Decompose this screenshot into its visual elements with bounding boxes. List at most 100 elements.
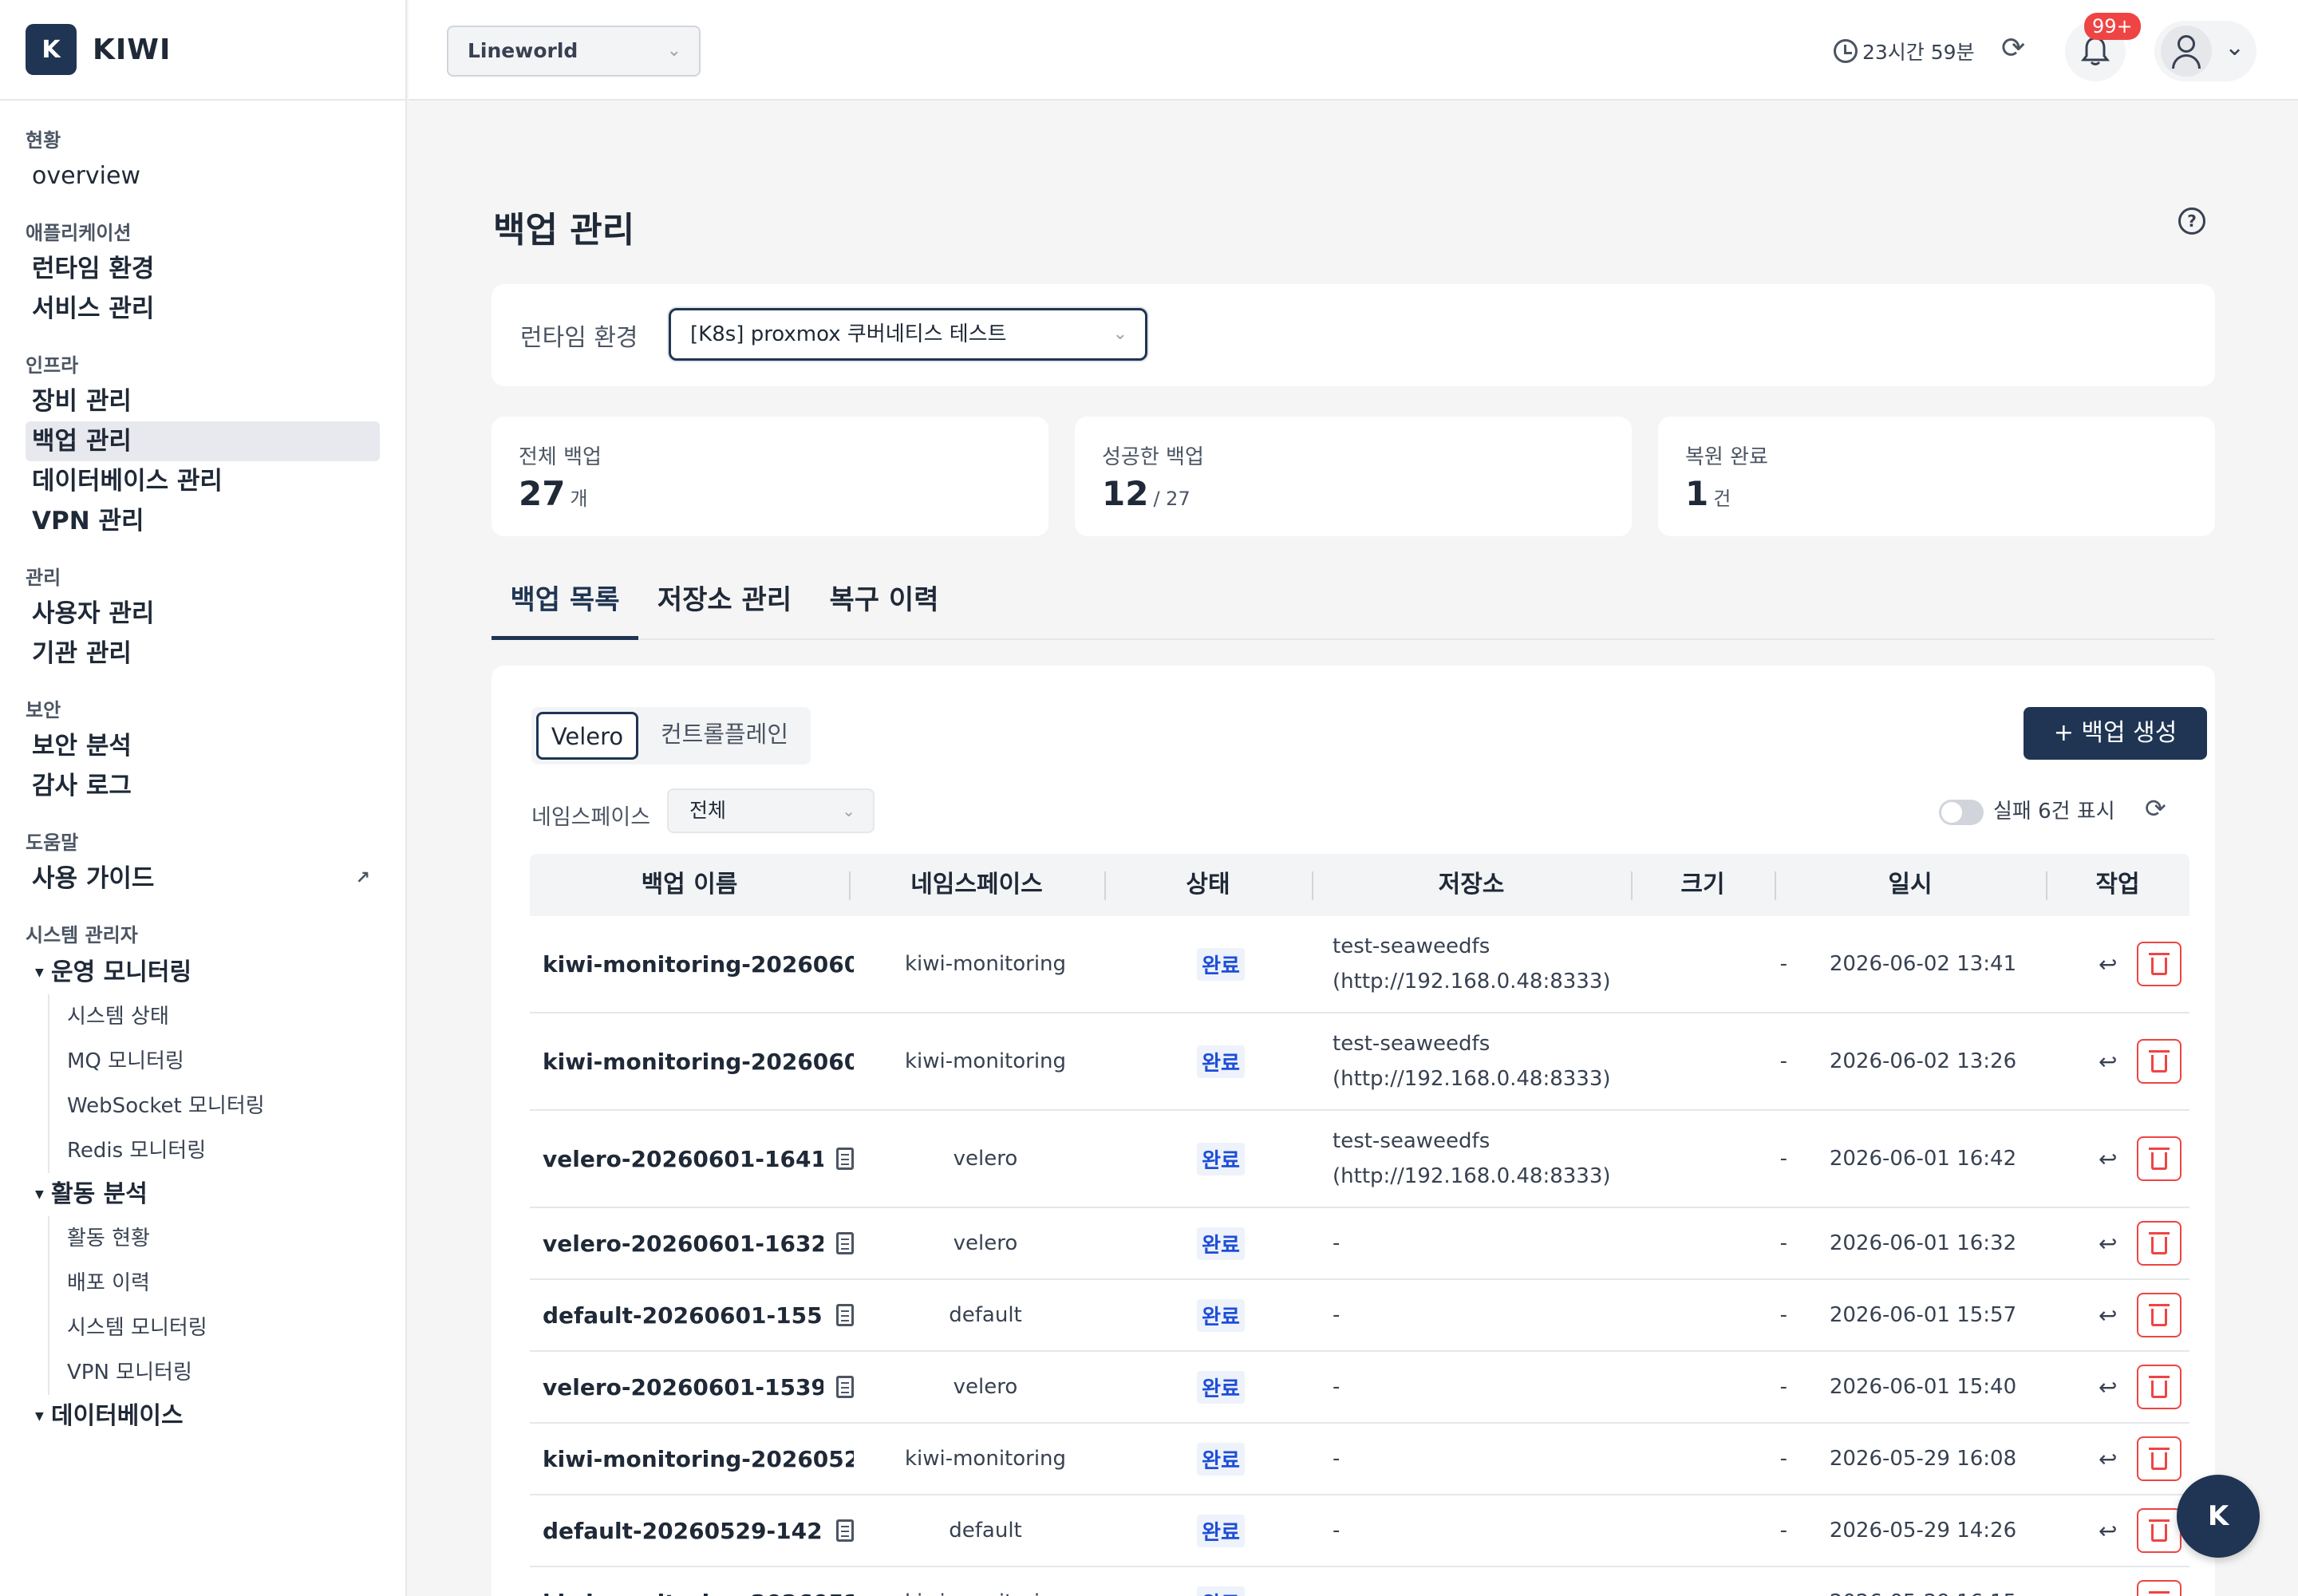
backup-name[interactable]: default-20260601-155716 — [543, 1302, 823, 1329]
stat-card-restored: 복원 완료 1건 — [1658, 417, 2215, 536]
sidebar-item-vpn-monitoring[interactable]: VPN 모니터링 — [49, 1350, 405, 1395]
document-icon[interactable] — [836, 1376, 854, 1398]
sidebar-item-mq-monitoring[interactable]: MQ 모니터링 — [49, 1039, 405, 1084]
nav-group-ops-monitoring[interactable]: ▼ 운영 모니터링 — [0, 951, 405, 994]
delete-button[interactable] — [2137, 1580, 2182, 1596]
backup-name[interactable]: velero-20260601-153955 — [543, 1374, 823, 1400]
table-row[interactable]: velero-20260601-163211 velero 완료 - - 202… — [530, 1208, 2189, 1280]
col-namespace[interactable]: 네임스페이스 — [849, 854, 1104, 916]
restore-icon[interactable]: ↩ — [2099, 1590, 2117, 1596]
sidebar-item-audit-log[interactable]: 감사 로그 — [26, 766, 380, 806]
trash-icon — [2149, 1304, 2170, 1326]
backup-name[interactable]: kiwi-monitoring-20260529-161 — [543, 1590, 854, 1596]
status-cell: 완료 — [1117, 1495, 1325, 1566]
restore-icon[interactable]: ↩ — [2099, 1231, 2117, 1257]
col-status[interactable]: 상태 — [1104, 854, 1312, 916]
table-row[interactable]: kiwi-monitoring-20260529-160 kiwi-monito… — [530, 1424, 2189, 1495]
sidebar-item-equipment[interactable]: 장비 관리 — [26, 381, 380, 421]
backup-name[interactable]: velero-20260601-163211 — [543, 1231, 823, 1257]
backup-name[interactable]: velero-20260601-164136 — [543, 1146, 823, 1172]
sidebar-item-redis-monitoring[interactable]: Redis 모니터링 — [49, 1128, 405, 1173]
sidebar-item-overview[interactable]: overview — [26, 156, 380, 196]
segment-controlplane[interactable]: 컨트롤플레인 — [643, 712, 806, 760]
backup-namespace: velero — [953, 1231, 1018, 1255]
sidebar-item-services[interactable]: 서비스 관리 — [26, 289, 380, 329]
restore-icon[interactable]: ↩ — [2099, 1302, 2117, 1329]
nav-heading-help: 도움말 — [26, 832, 79, 854]
show-failed-toggle[interactable] — [1939, 800, 1984, 825]
delete-button[interactable] — [2137, 1293, 2182, 1337]
sidebar-item-system-status[interactable]: 시스템 상태 — [49, 994, 405, 1039]
backup-table: 백업 이름 네임스페이스 상태 저장소 크기 일시 작업 kiwi-monito… — [530, 854, 2189, 1596]
restore-icon[interactable]: ↩ — [2099, 1374, 2117, 1400]
table-row[interactable]: kiwi-monitoring-20260529-161 kiwi-monito… — [530, 1567, 2189, 1596]
sidebar-item-security-analysis[interactable]: 보안 분석 — [26, 726, 380, 766]
table-row[interactable]: velero-20260601-164136 velero 완료 test-se… — [530, 1111, 2189, 1208]
restore-icon[interactable]: ↩ — [2099, 1049, 2117, 1075]
table-row[interactable]: default-20260529-142611 default 완료 - - 2… — [530, 1495, 2189, 1567]
delete-button[interactable] — [2137, 1365, 2182, 1409]
backup-name[interactable]: default-20260529-142611 — [543, 1518, 823, 1544]
nav-group-activity[interactable]: ▼ 활동 분석 — [0, 1173, 405, 1216]
namespace-select[interactable]: 전체 ⌄ — [667, 788, 875, 833]
sidebar-item-users[interactable]: 사용자 관리 — [26, 594, 380, 634]
col-storage[interactable]: 저장소 — [1312, 854, 1631, 916]
delete-button[interactable] — [2137, 1436, 2182, 1481]
actions-cell: ↩ — [2059, 1111, 2189, 1207]
logo[interactable]: K KIWI — [0, 0, 405, 101]
backup-date: 2026-05-29 14:26 — [1829, 1519, 2017, 1543]
backup-namespace: velero — [953, 1147, 1018, 1171]
sidebar-item-backup[interactable]: 백업 관리 — [26, 421, 380, 461]
segment-velero[interactable]: Velero — [536, 712, 638, 760]
refresh-session-icon[interactable]: ⟳ — [2001, 32, 2025, 65]
document-icon[interactable] — [836, 1519, 854, 1542]
backup-namespace: kiwi-monitoring — [854, 1567, 1117, 1596]
tab-storage[interactable]: 저장소 관리 — [651, 567, 798, 640]
backup-name[interactable]: kiwi-monitoring-20260602-132 — [543, 1049, 854, 1075]
delete-button[interactable] — [2137, 1039, 2182, 1084]
runtime-select[interactable]: [K8s] proxmox 쿠버네티스 테스트 ⌄ — [669, 308, 1147, 361]
sidebar-item-vpn[interactable]: VPN 관리 — [26, 501, 380, 541]
table-header: 백업 이름 네임스페이스 상태 저장소 크기 일시 작업 — [530, 854, 2189, 916]
sidebar-item-deploy-history[interactable]: 배포 이력 — [49, 1261, 405, 1306]
restore-icon[interactable]: ↩ — [2099, 1518, 2117, 1544]
nav-group-database[interactable]: ▼ 데이터베이스 — [0, 1395, 405, 1438]
create-backup-button[interactable]: + 백업 생성 — [2024, 707, 2207, 760]
table-row[interactable]: default-20260601-155716 default 완료 - - 2… — [530, 1280, 2189, 1352]
sidebar-item-activity-status[interactable]: 활동 현황 — [49, 1216, 405, 1261]
col-date[interactable]: 일시 — [1775, 854, 2046, 916]
tab-backup-list[interactable]: 백업 목록 — [492, 567, 638, 640]
sidebar-item-websocket-monitoring[interactable]: WebSocket 모니터링 — [49, 1084, 405, 1128]
user-menu[interactable]: ⌄ — [2154, 21, 2257, 81]
sidebar-item-system-monitoring[interactable]: 시스템 모니터링 — [49, 1306, 405, 1350]
sidebar-item-database[interactable]: 데이터베이스 관리 — [26, 461, 380, 501]
table-row[interactable]: kiwi-monitoring-20260602-134 kiwi-monito… — [530, 916, 2189, 1013]
assistant-fab[interactable]: K — [2177, 1475, 2260, 1558]
sidebar-item-orgs[interactable]: 기관 관리 — [26, 634, 380, 674]
org-select[interactable]: Lineworld ⌄ — [447, 26, 701, 77]
table-row[interactable]: velero-20260601-153955 velero 완료 - - 202… — [530, 1352, 2189, 1424]
restore-icon[interactable]: ↩ — [2099, 951, 2117, 978]
restore-icon[interactable]: ↩ — [2099, 1146, 2117, 1172]
delete-button[interactable] — [2137, 1508, 2182, 1553]
refresh-list-icon[interactable]: ⟳ — [2145, 793, 2166, 824]
table-row[interactable]: kiwi-monitoring-20260602-132 kiwi-monito… — [530, 1013, 2189, 1111]
document-icon[interactable] — [836, 1148, 854, 1170]
col-name[interactable]: 백업 이름 — [530, 854, 849, 916]
chevron-down-icon: ⌄ — [666, 41, 681, 61]
delete-button[interactable] — [2137, 1136, 2182, 1181]
document-icon[interactable] — [836, 1304, 854, 1326]
col-size[interactable]: 크기 — [1631, 854, 1775, 916]
sidebar-item-runtime[interactable]: 런타임 환경 — [26, 249, 380, 289]
storage-name — [1333, 1567, 1644, 1596]
restore-icon[interactable]: ↩ — [2099, 1446, 2117, 1472]
backup-name[interactable]: kiwi-monitoring-20260529-160 — [543, 1446, 854, 1472]
help-icon[interactable]: ? — [2178, 207, 2205, 235]
actions-cell: ↩ — [2059, 1013, 2189, 1109]
tab-restore-history[interactable]: 복구 이력 — [811, 567, 958, 640]
backup-name[interactable]: kiwi-monitoring-20260602-134 — [543, 951, 854, 978]
delete-button[interactable] — [2137, 1221, 2182, 1266]
document-icon[interactable] — [836, 1232, 854, 1254]
sidebar-item-guide[interactable]: 사용 가이드 ↗ — [26, 859, 380, 899]
delete-button[interactable] — [2137, 942, 2182, 986]
